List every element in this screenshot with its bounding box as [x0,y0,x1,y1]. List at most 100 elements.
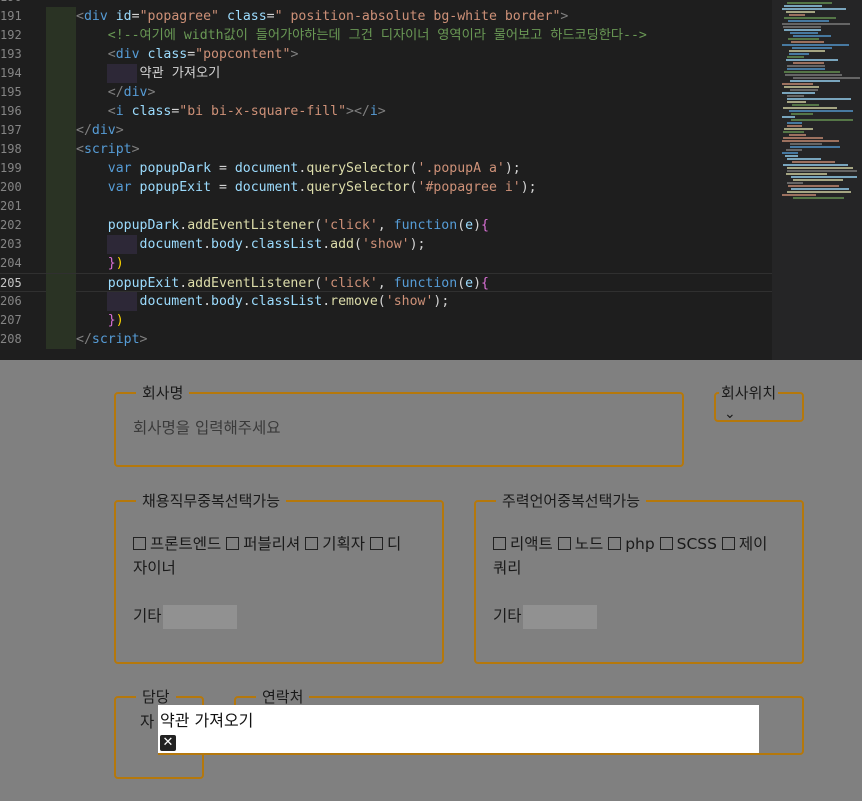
minimap-line [782,140,839,142]
checkbox-jquery[interactable]: 제이 [721,535,767,553]
etc-input[interactable] [162,604,237,629]
checkbox-icon[interactable] [305,537,319,550]
indent-guide [46,140,76,159]
checkbox-icon[interactable] [226,537,240,550]
code-text[interactable]: var popupDark = document.querySelector('… [76,159,521,178]
checkbox-publisher[interactable]: 퍼블리셔 [226,535,300,553]
minimap-line [787,122,802,124]
code-text[interactable]: <div id="popagree" class=" position-abso… [76,7,568,26]
code-line[interactable]: 190 [0,0,772,7]
etc-input[interactable] [522,604,597,629]
checkbox-icon[interactable] [659,537,673,550]
option-label: 노드 [574,535,604,553]
minimap-line [785,155,798,157]
minimap-line [784,5,822,7]
code-text[interactable]: var popupExit = document.querySelector('… [76,178,537,197]
code-line[interactable]: 207 }) [0,311,772,330]
line-number: 207 [0,313,22,327]
checkbox-icon[interactable] [369,537,383,550]
line-number: 201 [0,199,22,213]
minimap-line [789,110,853,112]
code-text[interactable]: <i class="bi bi-x-square-fill"></i> [76,102,386,121]
code-line[interactable]: 204 }) [0,254,772,273]
company-location-legend: 회사위치 [719,384,779,402]
code-line[interactable]: 202 popupDark.addEventListener('click', … [0,216,772,235]
checkbox-react[interactable]: 리액트 [493,535,553,553]
code-text[interactable]: document.body.classList.add('show'); [76,235,426,254]
checkbox-scss[interactable]: SCSS [659,535,717,553]
editor-minimap[interactable] [772,0,862,360]
line-number: 198 [0,142,22,156]
minimap-line [782,152,798,154]
code-line[interactable]: 205 popupExit.addEventListener('click', … [0,273,772,293]
code-text[interactable]: 약관 가져오기 [76,64,221,83]
line-number: 200 [0,180,22,194]
code-text[interactable]: popupDark.addEventListener('click', func… [76,216,489,235]
minimap-line [788,20,829,22]
code-line[interactable]: 206 document.body.classList.remove('show… [0,292,772,311]
minimap-line [793,179,843,181]
code-text[interactable]: popupExit.addEventListener('click', func… [76,274,489,293]
code-line[interactable]: 194 약관 가져오기 [0,64,772,83]
code-text[interactable]: }) [76,311,124,330]
code-text[interactable]: <script> [76,140,140,159]
code-line[interactable]: 208 </script> [0,330,772,349]
code-line[interactable]: 201 [0,197,772,216]
code-text[interactable]: document.body.classList.remove('show'); [76,292,450,311]
code-line[interactable]: 191 <div id="popagree" class=" position-a… [0,7,772,26]
code-line[interactable]: 199 var popupDark = document.querySelect… [0,159,772,178]
manager-text[interactable]: 자 [140,710,154,732]
close-icon[interactable]: ✕ [160,735,176,751]
code-editor[interactable]: 190 191 <div id="popagree" class=" positio… [0,0,862,360]
line-number: 191 [0,9,22,23]
code-line[interactable]: 203 document.body.classList.add('show'); [0,235,772,254]
checkbox-frontend[interactable]: 프론트엔드 [133,535,221,553]
minimap-line [784,128,813,130]
option-label: 기획자 [322,535,366,553]
code-line[interactable]: 193 <div class="popcontent"> [0,45,772,64]
indent-guide [46,216,76,235]
code-text[interactable]: </div> [76,83,156,102]
code-line[interactable]: 195 </div> [0,83,772,102]
indent-guide [46,102,76,121]
company-location-fieldset[interactable]: 회사위치 ⌄ [714,384,804,422]
line-number: 195 [0,85,22,99]
minimap-line [784,29,821,31]
code-line[interactable]: 198 <script> [0,140,772,159]
minimap-line [782,92,815,94]
checkbox-icon[interactable] [493,537,506,550]
checkbox-icon[interactable] [133,537,146,550]
code-text[interactable]: <div class="popcontent"> [76,45,299,64]
code-text[interactable]: </script> [76,330,147,349]
indent-guide [46,64,76,83]
minimap-line [787,167,853,169]
etc-label: 기타 [133,607,162,625]
minimap-line [788,38,819,40]
code-line[interactable]: 192 <!--여기에 width값이 들어가야하는데 그건 디자이너 영역이라… [0,26,772,45]
company-name-input[interactable]: 회사명을 입력해주세요 [133,416,281,438]
line-number: 208 [0,332,22,346]
code-text[interactable]: <!--여기에 width값이 들어가야하는데 그건 디자이너 영역이라 물어보… [76,26,647,45]
manager-legend: 담당 [136,688,176,706]
minimap-line [789,14,805,16]
code-text[interactable]: }) [76,254,124,273]
chevron-down-icon[interactable]: ⌄ [724,406,736,422]
checkbox-php[interactable]: php [608,535,655,553]
code-line[interactable]: 200 var popupExit = document.querySelect… [0,178,772,197]
code-text[interactable]: </div> [76,121,124,140]
indent-guide [46,311,76,330]
code-line[interactable]: 196 <i class="bi bi-x-square-fill"></i> [0,102,772,121]
checkbox-planner[interactable]: 기획자 [305,535,365,553]
line-number: 199 [0,161,22,175]
minimap-line [786,11,815,13]
checkbox-icon[interactable] [608,537,622,550]
popup-content: 약관 가져오기 [160,711,254,730]
code-line[interactable]: 197 </div> [0,121,772,140]
contact-legend: 연락처 [256,688,310,706]
checkbox-node[interactable]: 노드 [557,535,604,553]
checkbox-designer[interactable]: 디 [369,535,401,553]
minimap-line [786,59,838,61]
checkbox-icon[interactable] [721,537,735,550]
checkbox-icon[interactable] [557,537,571,550]
minimap-line [790,146,840,148]
